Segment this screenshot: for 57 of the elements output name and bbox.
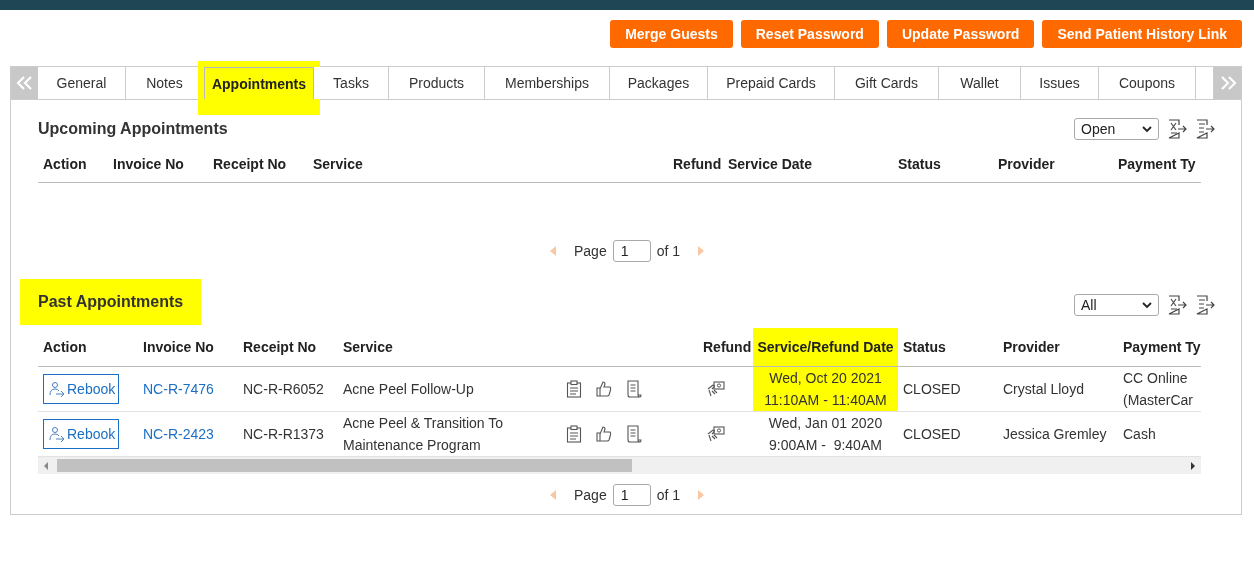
table-cell: Crystal Lloyd [998, 367, 1118, 412]
document-icon[interactable] [626, 425, 642, 443]
column-header: Service/Refund Date [753, 328, 898, 367]
tab[interactable]: Tasks [314, 67, 389, 99]
column-header: Payment Ty [1113, 145, 1201, 183]
chevron-down-icon [1142, 301, 1152, 309]
table-cell: CC Online (MasterCar [1118, 367, 1201, 412]
thumbs-up-icon[interactable] [595, 425, 613, 443]
page-total: of 1 [656, 487, 681, 503]
column-header: Provider [998, 328, 1118, 367]
filter-dropdown[interactable]: All [1074, 294, 1159, 316]
clipboard-icon[interactable] [566, 380, 582, 398]
refund-hand-icon[interactable] [706, 425, 726, 443]
column-header: Invoice No [138, 328, 238, 367]
excel-export-icon[interactable] [1167, 119, 1187, 139]
column-header: Service Date [723, 145, 893, 183]
thumbs-up-icon[interactable] [595, 380, 613, 398]
section-title: Past Appointments [20, 279, 202, 325]
column-header: Service [338, 328, 556, 367]
column-header: Invoice No [108, 145, 208, 183]
person-arrow-icon [49, 381, 65, 397]
column-header: Provider [993, 145, 1113, 183]
filter-dropdown[interactable]: Open [1074, 118, 1159, 140]
column-header: Status [898, 328, 998, 367]
page-label: Page [573, 487, 607, 503]
document-icon[interactable] [626, 380, 642, 398]
refund-hand-icon[interactable] [706, 380, 726, 398]
column-header: Service [308, 145, 668, 183]
invoice-link[interactable]: NC-R-7476 [143, 378, 214, 400]
section-title: Upcoming Appointments [37, 120, 229, 138]
table-cell: CLOSED [898, 367, 998, 412]
column-header: Action [38, 145, 108, 183]
column-header: Payment Ty [1118, 328, 1201, 367]
table-cell: NC-R-R6052 [238, 367, 338, 412]
page-label: Page [573, 243, 607, 259]
column-header: Action [38, 328, 138, 367]
person-arrow-icon [49, 426, 65, 442]
chevron-down-icon [1142, 125, 1152, 133]
column-header: Refund [668, 145, 723, 183]
table-cell: Wed, Oct 20 2021 11:10AM - 11:40AM [753, 367, 898, 412]
clipboard-icon[interactable] [566, 425, 582, 443]
page-total: of 1 [656, 243, 681, 259]
table-cell: Acne Peel Follow-Up [338, 367, 556, 412]
page-field[interactable]: 1 [612, 240, 651, 262]
page-field[interactable]: 1 [612, 484, 651, 506]
invoice-link[interactable]: NC-R-2423 [143, 423, 214, 445]
scrollbar-thumb[interactable] [57, 459, 632, 472]
rebook-button[interactable]: Rebook [43, 374, 120, 404]
column-header: Status [893, 145, 993, 183]
list-export-icon[interactable] [1195, 295, 1215, 315]
column-header: Receipt No [238, 328, 338, 367]
list-export-icon[interactable] [1195, 119, 1215, 139]
column-header: Receipt No [208, 145, 308, 183]
scroll-right-icon[interactable] [1189, 461, 1197, 470]
scroll-left-icon[interactable] [42, 461, 50, 470]
excel-export-icon[interactable] [1167, 295, 1187, 315]
rebook-button[interactable]: Rebook [43, 419, 120, 449]
